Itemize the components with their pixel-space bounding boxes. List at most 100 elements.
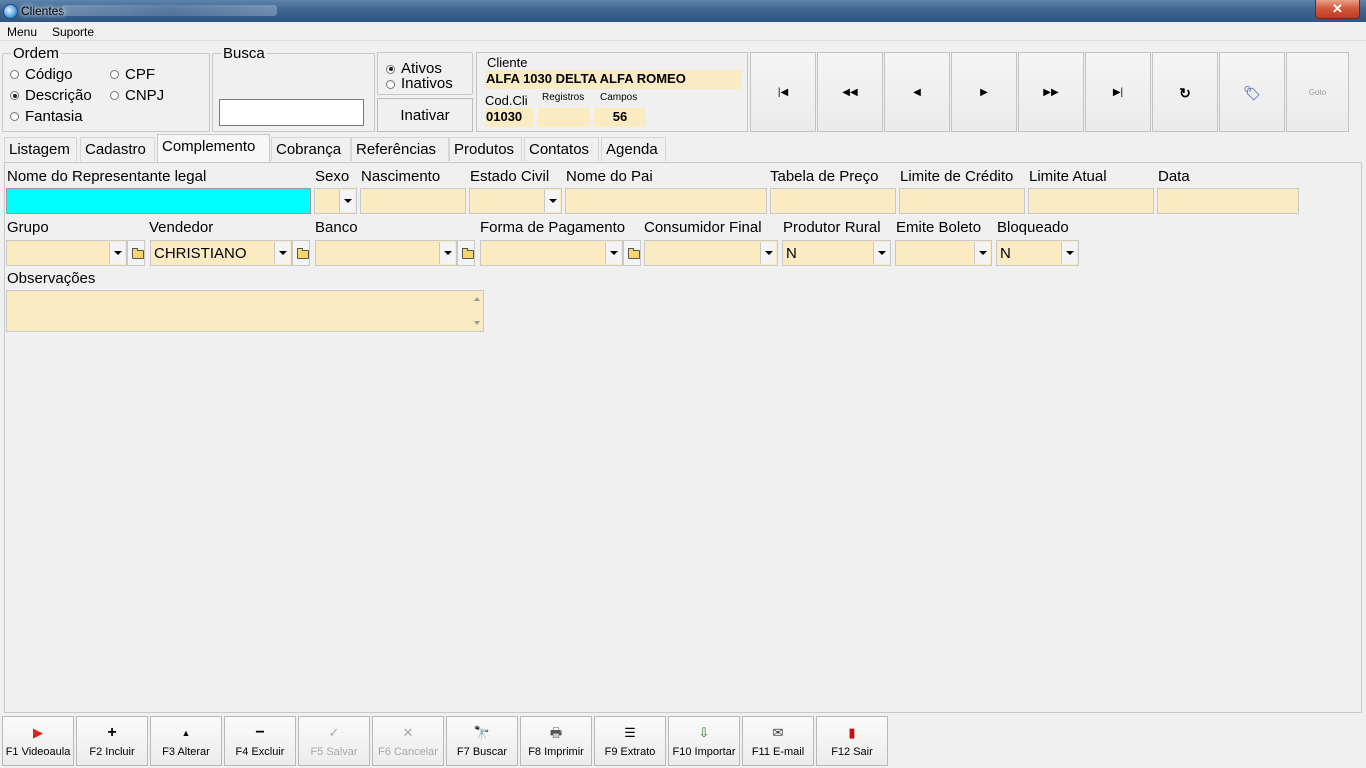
f2-incluir-button[interactable]: + F2 Incluir	[76, 716, 148, 766]
sexo-select[interactable]	[314, 188, 357, 214]
consumidor-final-select[interactable]	[644, 240, 778, 266]
limite-credito-label: Limite de Crédito	[900, 168, 1014, 185]
f8-imprimir-button[interactable]: 🖶 F8 Imprimir	[520, 716, 592, 766]
radio-descricao[interactable]: Descrição	[10, 87, 92, 104]
f10-importar-button[interactable]: ⇩ F10 Importar	[668, 716, 740, 766]
tab-listagem[interactable]: Listagem	[4, 137, 77, 161]
chevron-down-icon[interactable]	[974, 242, 990, 264]
tab-produtos[interactable]: Produtos	[449, 137, 522, 161]
nascimento-label: Nascimento	[361, 168, 441, 185]
limite-credito-field[interactable]	[899, 188, 1025, 214]
last-record-button[interactable]: ▶|	[1085, 52, 1151, 132]
vendedor-select[interactable]: CHRISTIANO	[150, 240, 292, 266]
produtor-rural-select[interactable]: N	[782, 240, 891, 266]
button-label: F10 Importar	[672, 746, 736, 758]
representante-field[interactable]	[6, 188, 311, 214]
radio-label: CPF	[125, 66, 155, 83]
radio-dot	[10, 70, 19, 79]
folder-icon[interactable]	[457, 240, 475, 266]
chevron-down-icon[interactable]	[439, 242, 455, 264]
radio-codigo[interactable]: Código	[10, 66, 73, 83]
radio-fantasia[interactable]: Fantasia	[10, 108, 83, 125]
tab-cadastro[interactable]: Cadastro	[80, 137, 155, 161]
bloqueado-select[interactable]: N	[996, 240, 1079, 266]
import-icon: ⇩	[698, 725, 710, 740]
tag-icon: 🏷	[1243, 85, 1261, 101]
tab-complemento[interactable]: Complemento	[157, 134, 270, 162]
chevron-down-icon[interactable]	[605, 242, 621, 264]
cliente-name: ALFA 1030 DELTA ALFA ROMEO	[485, 70, 742, 89]
forma-pagamento-label: Forma de Pagamento	[480, 219, 626, 236]
radio-label: Código	[25, 66, 73, 83]
fast-forward-icon: ▶▶	[1043, 87, 1059, 98]
first-record-button[interactable]: |◀	[750, 52, 816, 132]
chevron-down-icon[interactable]	[873, 242, 889, 264]
chevron-down-icon[interactable]	[339, 190, 355, 212]
radio-dot-checked	[10, 91, 19, 100]
goto-button[interactable]: Goto	[1286, 52, 1349, 132]
prev-page-button[interactable]: ◀◀	[817, 52, 883, 132]
plus-icon: +	[107, 724, 117, 741]
f12-sair-button[interactable]: ▮ F12 Sair	[816, 716, 888, 766]
scroll-up-icon[interactable]	[474, 297, 480, 301]
f4-excluir-button[interactable]: − F4 Excluir	[224, 716, 296, 766]
scroll-down-icon[interactable]	[474, 321, 480, 325]
observacoes-label: Observações	[7, 270, 96, 287]
f11-email-button[interactable]: ✉ F11 E-mail	[742, 716, 814, 766]
data-field[interactable]	[1157, 188, 1299, 214]
nome-pai-field[interactable]	[565, 188, 767, 214]
radio-ativos[interactable]: Ativos	[386, 60, 442, 77]
f3-alterar-button[interactable]: ▲ F3 Alterar	[150, 716, 222, 766]
grupo-label: Grupo	[7, 219, 49, 236]
nascimento-field[interactable]	[360, 188, 466, 214]
menu-item-menu[interactable]: Menu	[7, 25, 37, 39]
emite-boleto-label: Emite Boleto	[896, 219, 982, 236]
chevron-down-icon[interactable]	[544, 190, 560, 212]
prev-icon: ◀	[913, 87, 921, 98]
radio-cnpj[interactable]: CNPJ	[110, 87, 164, 104]
banco-select[interactable]	[315, 240, 457, 266]
emite-boleto-select[interactable]	[895, 240, 992, 266]
radio-label: Ativos	[401, 60, 442, 77]
tabela-preco-field[interactable]	[770, 188, 896, 214]
folder-icon[interactable]	[127, 240, 145, 266]
f5-salvar-button[interactable]: ✓ F5 Salvar	[298, 716, 370, 766]
forma-pagamento-select[interactable]	[480, 240, 623, 266]
folder-icon[interactable]	[292, 240, 310, 266]
chevron-down-icon[interactable]	[274, 242, 290, 264]
f7-buscar-button[interactable]: 🔭 F7 Buscar	[446, 716, 518, 766]
estado-civil-label: Estado Civil	[470, 168, 550, 185]
chevron-down-icon[interactable]	[1061, 242, 1077, 264]
bloqueado-label: Bloqueado	[997, 219, 1069, 236]
tab-cobranca[interactable]: Cobrança	[271, 137, 351, 161]
prev-record-button[interactable]: ◀	[884, 52, 950, 132]
tab-contatos[interactable]: Contatos	[524, 137, 599, 161]
f1-videoaula-button[interactable]: ▶ F1 Videoaula	[2, 716, 74, 766]
tag-button[interactable]: 🏷	[1219, 52, 1285, 132]
refresh-button[interactable]: ↻	[1152, 52, 1218, 132]
next-page-button[interactable]: ▶▶	[1018, 52, 1084, 132]
chevron-down-icon[interactable]	[109, 242, 125, 264]
radio-cpf[interactable]: CPF	[110, 66, 155, 83]
window-close-button[interactable]: ✕	[1315, 0, 1360, 19]
busca-input[interactable]	[219, 99, 364, 126]
limite-atual-field[interactable]	[1028, 188, 1154, 214]
chevron-down-icon[interactable]	[760, 242, 776, 264]
button-label: F2 Incluir	[89, 746, 135, 758]
tab-referencias[interactable]: Referências	[351, 137, 449, 161]
menu-item-suporte[interactable]: Suporte	[52, 25, 94, 39]
last-icon: ▶|	[1112, 87, 1124, 98]
estado-civil-select[interactable]	[469, 188, 562, 214]
tab-agenda[interactable]: Agenda	[601, 137, 666, 161]
cliente-label: Cliente	[487, 55, 528, 70]
rewind-icon: ◀◀	[842, 87, 858, 98]
observacoes-textarea[interactable]	[6, 290, 484, 332]
f9-extrato-button[interactable]: ☰ F9 Extrato	[594, 716, 666, 766]
folder-icon[interactable]	[623, 240, 641, 266]
grupo-select[interactable]	[6, 240, 127, 266]
refresh-icon: ↻	[1179, 85, 1191, 101]
f6-cancelar-button[interactable]: ✕ F6 Cancelar	[372, 716, 444, 766]
next-record-button[interactable]: ▶	[951, 52, 1017, 132]
inativar-button[interactable]: Inativar	[377, 98, 473, 132]
radio-inativos[interactable]: Inativos	[386, 76, 453, 91]
